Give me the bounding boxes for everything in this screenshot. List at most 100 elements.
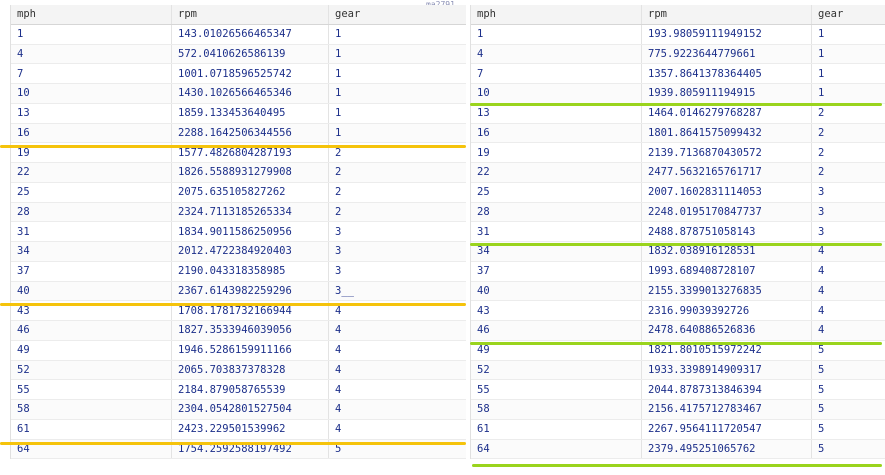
gear-shift-marker [0, 442, 466, 445]
cell-gear: 4 [328, 400, 466, 419]
cell-rpm: 2478.640886526836 [641, 321, 811, 340]
table-row[interactable]: 1 143.01026566465347 1 [11, 24, 466, 45]
table-row[interactable]: 46 1827.3533946039056 4 [11, 321, 466, 341]
cell-rpm: 2248.0195170847737 [641, 202, 811, 222]
table-row[interactable]: 40 2367.6143982259296 3__ [11, 281, 466, 302]
cell-gear: 5 [811, 439, 885, 459]
cell-gear: 5 [811, 400, 885, 419]
cell-rpm: 572.0410626586139 [171, 44, 328, 64]
cell-rpm: 2267.9564111720547 [641, 419, 811, 439]
table-row[interactable]: 22 2477.5632165761717 2 [471, 163, 885, 183]
table-row[interactable]: 10 1430.1026566465346 1 [11, 84, 466, 104]
cell-gear: 1 [328, 64, 466, 83]
column-header-mph[interactable]: mph [11, 5, 171, 24]
column-header-rpm[interactable]: rpm [641, 5, 811, 24]
column-header-gear[interactable]: gear [811, 5, 885, 24]
table-row[interactable]: 10 1939.805911194915 1 [471, 84, 885, 104]
cell-mph: 43 [477, 304, 490, 317]
table-row[interactable]: 22 1826.5588931279908 2 [11, 163, 466, 183]
gear-table-left: mph rpm gear 1 143.01026566465347 1 4 572.04… [10, 5, 466, 460]
cell-rpm: 1946.5286159911166 [171, 340, 328, 360]
cell-rpm: 1464.0146279768287 [641, 103, 811, 123]
table-row[interactable]: 61 2267.9564111720547 5 [471, 419, 885, 440]
table-row[interactable]: 7 1357.8641378364405 1 [471, 64, 885, 84]
cell-rpm: 1859.133453640495 [171, 103, 328, 123]
cell-mph: 31 [17, 225, 30, 238]
cell-gear: 3 [328, 242, 466, 261]
cell-rpm: 2075.635105827262 [171, 182, 328, 202]
cell-mph: 40 [477, 284, 490, 297]
cell-rpm: 1826.5588931279908 [171, 163, 328, 182]
cell-rpm: 1939.805911194915 [641, 84, 811, 103]
table-row[interactable]: 4 572.0410626586139 1 [11, 44, 466, 65]
cell-rpm: 2288.1642506344556 [171, 123, 328, 143]
table-row[interactable]: 28 2248.0195170847737 3 [471, 202, 885, 223]
table-row[interactable]: 34 2012.4722384920403 3 [11, 242, 466, 262]
table-row[interactable]: 4 775.9223644779661 1 [471, 44, 885, 65]
cell-rpm: 1834.9011586250956 [171, 222, 328, 241]
table-row[interactable]: 1 193.98059111949152 1 [471, 24, 885, 45]
cell-mph: 46 [477, 324, 490, 337]
table-row[interactable]: 43 2316.99039392726 4 [471, 301, 885, 321]
cell-mph: 49 [17, 344, 30, 357]
table-row[interactable]: 55 2044.8787313846394 5 [471, 380, 885, 400]
table-row[interactable]: 46 2478.640886526836 4 [471, 321, 885, 341]
cell-gear: 1 [328, 123, 466, 143]
table-row[interactable]: 40 2155.3399013276835 4 [471, 281, 885, 302]
cell-mph: 52 [17, 363, 30, 376]
cell-rpm: 2044.8787313846394 [641, 380, 811, 399]
table-row[interactable]: 52 2065.703837378328 4 [11, 360, 466, 381]
table-row[interactable]: 58 2156.4175712783467 5 [471, 400, 885, 420]
column-header-rpm[interactable]: rpm [171, 5, 328, 24]
table-row[interactable]: 37 2190.043318358985 3 [11, 261, 466, 282]
column-header-gear[interactable]: gear [328, 5, 466, 24]
table-row[interactable]: 16 2288.1642506344556 1 [11, 123, 466, 144]
cell-gear: 1 [811, 84, 885, 103]
table-row[interactable]: 7 1001.0718596525742 1 [11, 64, 466, 84]
cell-mph: 4 [477, 47, 484, 60]
table-row[interactable]: 61 2423.229501539962 4 [11, 419, 466, 440]
table-row[interactable]: 28 2324.7113185265334 2 [11, 202, 466, 223]
cell-gear: 1 [328, 103, 466, 123]
cell-gear: 3 [328, 261, 466, 281]
cell-mph: 13 [17, 107, 30, 120]
table-row[interactable]: 16 1801.8641575099432 2 [471, 123, 885, 144]
cell-rpm: 143.01026566465347 [171, 24, 328, 44]
cell-mph: 13 [477, 107, 490, 120]
cell-mph: 58 [17, 403, 30, 416]
table-header: mph rpm gear [11, 5, 466, 25]
table-row[interactable]: 64 2379.495251065762 5 [471, 439, 885, 460]
cell-gear: 3 [328, 222, 466, 241]
gear-shift-marker [470, 243, 882, 246]
cell-mph: 55 [17, 383, 30, 396]
gear-shift-marker [472, 464, 882, 467]
table-row[interactable]: 37 1993.689408728107 4 [471, 261, 885, 282]
cell-gear: 2 [328, 202, 466, 222]
table-row[interactable]: 19 2139.7136870430572 2 [471, 143, 885, 163]
table-row[interactable]: 52 1933.3398914909317 5 [471, 360, 885, 381]
table-row[interactable]: 31 1834.9011586250956 3 [11, 222, 466, 242]
cell-mph: 7 [17, 67, 24, 80]
cell-gear: 2 [328, 182, 466, 202]
cell-rpm: 1001.0718596525742 [171, 64, 328, 83]
cell-mph: 7 [477, 67, 484, 80]
gear-shift-marker [470, 103, 882, 106]
cell-mph: 10 [17, 87, 30, 100]
table-row[interactable]: 13 1464.0146279768287 2 [471, 103, 885, 124]
table-body: 1 143.01026566465347 1 4 572.0410626586139 1 7… [11, 24, 466, 460]
table-row[interactable]: 55 2184.879058765539 4 [11, 380, 466, 400]
cell-mph: 46 [17, 324, 30, 337]
column-header-mph[interactable]: mph [471, 5, 641, 24]
table-row[interactable]: 25 2007.1602831114053 3 [471, 182, 885, 203]
cell-gear: 4 [328, 340, 466, 360]
gear-shift-marker [470, 342, 882, 345]
cell-gear: 2 [328, 163, 466, 182]
cell-gear: 1 [811, 44, 885, 64]
table-row[interactable]: 31 2488.878751058143 3 [471, 222, 885, 242]
cell-mph: 37 [17, 265, 30, 278]
table-row[interactable]: 13 1859.133453640495 1 [11, 103, 466, 124]
cell-rpm: 2488.878751058143 [641, 222, 811, 241]
table-row[interactable]: 25 2075.635105827262 2 [11, 182, 466, 203]
table-row[interactable]: 49 1946.5286159911166 4 [11, 340, 466, 361]
table-row[interactable]: 58 2304.0542801527504 4 [11, 400, 466, 420]
